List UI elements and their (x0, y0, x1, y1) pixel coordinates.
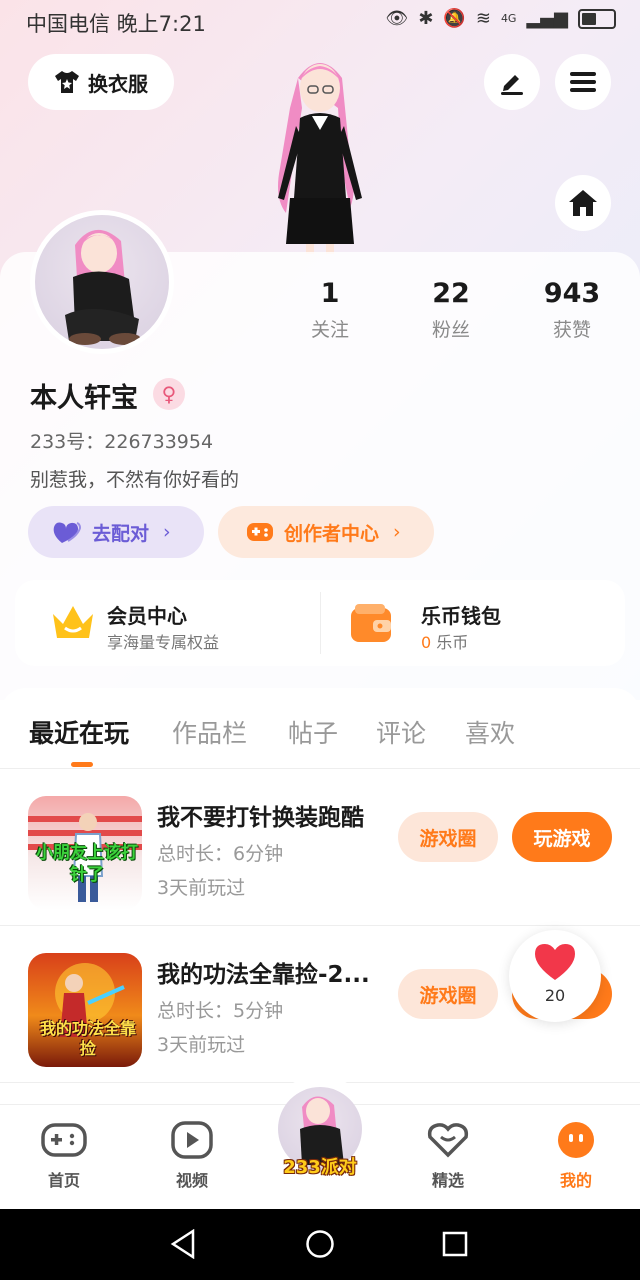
followers-label: 粉丝 (431, 319, 470, 341)
dress-up-button[interactable]: 换衣服 (28, 54, 174, 110)
user-id[interactable]: 233号：226733954 (30, 427, 213, 454)
pen-icon (501, 75, 523, 95)
game-thumbnail: 我的功法全靠捡 (28, 953, 142, 1067)
tab-indicator (71, 762, 93, 767)
edit-button[interactable] (484, 54, 540, 110)
floating-like-button[interactable]: 20 (509, 930, 601, 1022)
game-thumbnail: 小朋友上该打针了 (28, 796, 142, 910)
dress-up-label: 换衣服 (88, 71, 148, 96)
avatar-image (65, 229, 141, 345)
wallet-unit: 乐币 (436, 633, 469, 652)
list-item[interactable]: 小朋友上该打针了 我不要打针换装跑酷 总时长：6分钟 3天前玩过 游戏圈 玩游戏 (0, 768, 640, 926)
bottom-nav: 首页 视频 233派对 精选 我的 (0, 1087, 640, 1210)
nav-party[interactable]: 233派对 (270, 1087, 370, 1179)
shirt-icon (55, 71, 79, 93)
chevron-right-icon: › (163, 521, 171, 543)
profile-tabs: 最近在玩 作品栏 帖子 评论 喜欢 (0, 688, 640, 769)
heart-icon (535, 944, 575, 980)
crown-icon (53, 606, 93, 638)
mute-icon: 🔕 (443, 8, 466, 29)
wallet-entry[interactable]: 乐币钱包 0 乐币 (321, 580, 625, 666)
nav-home[interactable]: 首页 (14, 1121, 114, 1191)
nav-video-label: 视频 (175, 1171, 208, 1190)
creator-center-label: 创作者中心 (284, 522, 380, 545)
nav-featured-label: 精选 (431, 1171, 464, 1190)
game-thumbnail-text: 我的功法全靠捡 (39, 1019, 136, 1058)
game-circle-button[interactable]: 游戏圈 (398, 812, 498, 862)
avatar-character-illustration[interactable] (250, 48, 390, 254)
wallet-amount: 0 (421, 633, 432, 652)
following-label: 关注 (310, 319, 349, 341)
game-duration: 总时长：5分钟 (157, 1000, 284, 1022)
video-icon (171, 1121, 213, 1159)
game-last-played: 3天前玩过 (157, 877, 246, 899)
back-icon[interactable] (170, 1229, 196, 1259)
game-duration: 总时长：6分钟 (157, 843, 284, 865)
profile-name: 本人轩宝 (30, 383, 138, 414)
followers-count: 22 (432, 278, 470, 309)
tab-posts[interactable]: 帖子 (288, 714, 338, 750)
gamepad-icon (41, 1123, 87, 1157)
network-label: 4G (500, 12, 517, 25)
wifi-icon: ≋ (475, 8, 491, 29)
menu-icon (570, 72, 596, 92)
game-last-played: 3天前玩过 (157, 1034, 246, 1056)
tab-comments[interactable]: 评论 (376, 714, 426, 750)
signal-icon: ▂▄▆ (526, 8, 568, 29)
match-label: 去配对 (92, 522, 150, 545)
tab-works[interactable]: 作品栏 (172, 714, 247, 750)
battery-icon (578, 8, 616, 29)
eye-icon: 👁 (385, 8, 409, 29)
carrier-time: 中国电信 晚上7:21 (26, 12, 206, 36)
recents-icon[interactable] (442, 1231, 468, 1257)
tab-likes[interactable]: 喜欢 (465, 714, 515, 750)
like-count: 20 (544, 986, 566, 1005)
gamepad-icon (247, 523, 273, 541)
avatar[interactable] (30, 210, 174, 354)
tab-recently-played[interactable]: 最近在玩 (29, 714, 129, 750)
menu-button[interactable] (555, 54, 611, 110)
stat-likes[interactable]: 943 获赞 (522, 278, 622, 342)
nav-home-label: 首页 (47, 1171, 80, 1190)
wallet-icon (351, 604, 391, 642)
likes-count: 943 (543, 278, 601, 309)
heart-diamond-icon (427, 1123, 469, 1158)
nav-featured[interactable]: 精选 (398, 1121, 498, 1191)
home-circle-icon[interactable] (305, 1229, 335, 1259)
game-title: 我的功法全靠捡-2... (157, 962, 370, 988)
bluetooth-icon: ✱ (418, 8, 434, 29)
house-icon (569, 190, 597, 216)
game-title: 我不要打针换装跑酷 (157, 805, 364, 831)
chevron-right-icon: › (393, 521, 401, 543)
nav-me-label: 我的 (559, 1171, 592, 1190)
game-circle-button[interactable]: 游戏圈 (398, 969, 498, 1019)
match-button[interactable]: 去配对 › (28, 506, 204, 558)
likes-label: 获赞 (552, 319, 591, 341)
following-count: 1 (320, 278, 340, 309)
party-label: 233派对 (283, 1157, 357, 1178)
wallet-title: 乐币钱包 (421, 604, 501, 628)
game-thumbnail-text: 小朋友上该打针了 (36, 843, 138, 885)
member-center-entry[interactable]: 会员中心 享海量专属权益 (15, 580, 320, 666)
play-game-button[interactable]: 玩游戏 (512, 812, 612, 862)
system-navigation-bar (0, 1209, 640, 1280)
member-center-subtitle: 享海量专属权益 (107, 633, 220, 652)
nav-video[interactable]: 视频 (142, 1121, 242, 1191)
status-bar: 中国电信 晚上7:21 👁 ✱ 🔕 ≋ 4G ▂▄▆ (0, 0, 640, 44)
stat-following[interactable]: 1 关注 (280, 278, 380, 342)
smiley-icon (558, 1122, 594, 1158)
hearts-icon (53, 522, 82, 543)
profile-bio: 别惹我，不然有你好看的 (30, 469, 240, 491)
female-gender-icon: ♀ (153, 378, 185, 410)
member-wallet-card: 会员中心 享海量专属权益 乐币钱包 0 乐币 (15, 580, 625, 666)
stat-followers[interactable]: 22 粉丝 (401, 278, 501, 342)
status-icons: 👁 ✱ 🔕 ≋ 4G ▂▄▆ (385, 8, 616, 29)
wallet-balance: 0 乐币 (421, 629, 468, 653)
nav-me[interactable]: 我的 (526, 1121, 626, 1191)
home-button[interactable] (555, 175, 611, 231)
creator-center-button[interactable]: 创作者中心 › (218, 506, 434, 558)
member-center-title: 会员中心 (107, 604, 187, 628)
